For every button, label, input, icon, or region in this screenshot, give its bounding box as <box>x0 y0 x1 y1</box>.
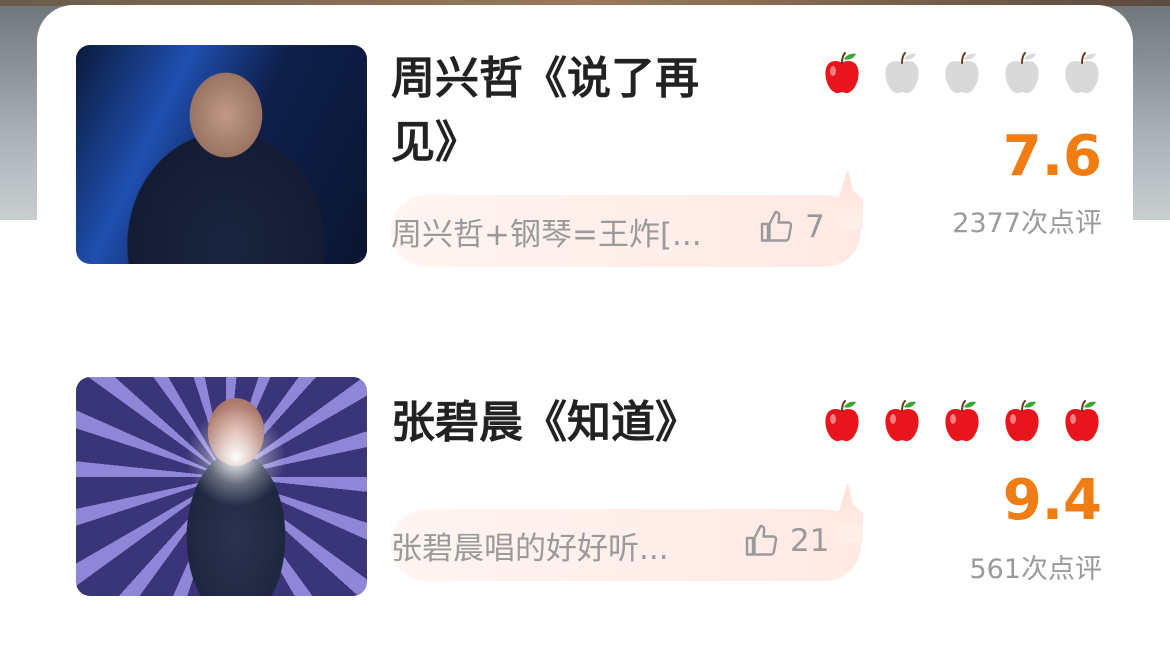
review-count: 2377次点评 <box>952 208 1102 239</box>
performer-thumbnail[interactable] <box>76 45 367 264</box>
apple-rating <box>816 397 1106 447</box>
apple-icon-filled <box>1065 400 1099 442</box>
rating-card: 周兴哲《说了再见》 周兴哲+钢琴=王炸[... 7 7.6 2377次点评 张碧… <box>37 5 1133 665</box>
thumbs-up-icon <box>760 210 793 242</box>
hot-flame-icon <box>829 169 863 229</box>
review-count: 561次点评 <box>969 554 1102 585</box>
score-value: 9.4 <box>1002 468 1102 533</box>
performer-thumbnail[interactable] <box>76 377 367 596</box>
list-item[interactable]: 张碧晨《知道》 张碧晨唱的好好听... 21 9.4 561次点评 <box>76 377 1106 599</box>
apple-icon-empty <box>1065 52 1099 94</box>
apple-icon-filled <box>1005 400 1039 442</box>
like-button[interactable]: 21 <box>744 523 829 559</box>
list-item[interactable]: 周兴哲《说了再见》 周兴哲+钢琴=王炸[... 7 7.6 2377次点评 <box>76 45 1106 267</box>
apple-icon-filled <box>945 400 979 442</box>
apple-icon-filled <box>825 400 859 442</box>
like-count: 21 <box>790 523 830 559</box>
apple-icon-empty <box>1005 52 1039 94</box>
hot-comment[interactable]: 周兴哲+钢琴=王炸[... 7 <box>391 169 863 267</box>
stage-light <box>186 407 286 507</box>
apple-icon-empty <box>885 52 919 94</box>
song-title[interactable]: 周兴哲《说了再见》 <box>391 47 741 175</box>
like-button[interactable]: 7 <box>759 209 825 245</box>
like-count: 7 <box>805 209 825 245</box>
song-title[interactable]: 张碧晨《知道》 <box>391 391 741 455</box>
comment-text: 周兴哲+钢琴=王炸[... <box>391 217 702 253</box>
apple-rating <box>816 49 1106 99</box>
apple-icon-empty <box>945 52 979 94</box>
thumbs-up-icon <box>745 524 778 556</box>
apple-icon-filled <box>825 52 859 94</box>
score-value: 7.6 <box>1002 124 1102 189</box>
hot-comment[interactable]: 张碧晨唱的好好听... 21 <box>391 483 863 581</box>
apple-icon-filled <box>885 400 919 442</box>
comment-text: 张碧晨唱的好好听... <box>391 531 669 567</box>
hot-flame-icon <box>829 483 863 543</box>
